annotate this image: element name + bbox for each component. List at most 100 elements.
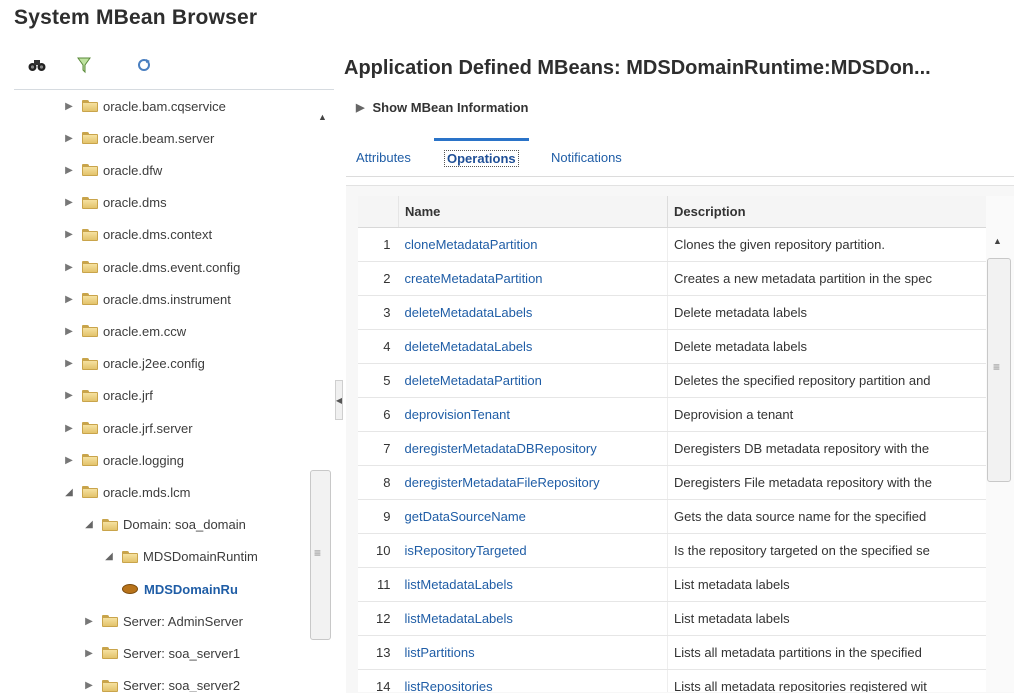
expand-arrow-icon[interactable]: ▶ [82,614,96,628]
operation-name-link[interactable]: deleteMetadataPartition [398,363,668,398]
operation-description: Delete metadata labels [667,329,986,364]
expand-arrow-icon[interactable]: ▶ [62,163,76,177]
collapse-arrow-icon[interactable]: ◢ [102,550,116,564]
operation-name-link[interactable]: deleteMetadataLabels [398,295,668,330]
collapse-arrow-icon[interactable]: ◢ [62,485,76,499]
table-row[interactable]: 14 listRepositories Lists all metadata rep… [358,669,986,692]
operation-name-link[interactable]: getDataSourceName [398,499,668,534]
row-number: 7 [358,431,399,466]
operation-description: Delete metadata labels [667,295,986,330]
operation-description: Deletes the specified repository partiti… [667,363,986,398]
table-row[interactable]: 12 listMetadataLabels List metadata labels [358,601,986,636]
collapse-arrow-icon[interactable]: ◢ [82,518,96,532]
tree-item[interactable]: ▶ oracle.dms.context [62,220,212,250]
tree-item-label: oracle.dfw [103,162,163,178]
operation-name-link[interactable]: deregisterMetadataFileRepository [398,465,668,500]
tree-item-label: Server: soa_server1 [123,645,241,661]
tree-item-label: oracle.em.ccw [103,323,187,339]
expand-arrow-icon[interactable]: ▶ [62,260,76,274]
operation-name-link[interactable]: listMetadataLabels [398,567,668,602]
operation-description: Gets the data source name for the specif… [667,499,986,534]
mbean-icon [122,584,138,594]
tree-item[interactable]: ▶ oracle.jrf [62,381,153,411]
table-row[interactable]: 4 deleteMetadataLabels Delete metadata lab… [358,329,986,364]
tab-notifications[interactable]: Notifications [551,138,622,176]
table-row[interactable]: 6 deprovisionTenant Deprovision a tenant [358,397,986,432]
expand-arrow-icon[interactable]: ▶ [82,679,96,692]
tree-item[interactable]: ▶ oracle.em.ccw [62,316,186,346]
expand-arrow-icon[interactable]: ▶ [62,421,76,435]
table-row[interactable]: 2 createMetadataPartition Creates a new me… [358,261,986,296]
expand-arrow-icon[interactable]: ▶ [62,453,76,467]
tree-item[interactable]: ◢ MDSDomainRuntim [102,542,258,572]
operation-description: Creates a new metadata partition in the … [667,261,986,296]
tree-item[interactable]: MDSDomainRu [122,574,238,604]
operation-name-link[interactable]: deleteMetadataLabels [398,329,668,364]
table-row[interactable]: 11 listMetadataLabels List metadata labels [358,567,986,602]
table-row[interactable]: 8 deregisterMetadataFileRepository Deregis… [358,465,986,500]
tree-item[interactable]: ▶ oracle.bam.cqservice [62,93,226,121]
expand-arrow-icon[interactable]: ▶ [62,228,76,242]
scroll-up-arrow-icon[interactable]: ▲ [993,236,1002,246]
pane-splitter-collapse-button[interactable]: ◀ [335,380,343,420]
expand-arrow-icon: ▶ [356,102,365,114]
table-row[interactable]: 5 deleteMetadataPartition Deletes the spec… [358,363,986,398]
expand-arrow-icon[interactable]: ▶ [62,357,76,371]
table-row[interactable]: 1 cloneMetadataPartition Clones the given … [358,227,986,262]
tab-attributes[interactable]: Attributes [356,138,411,176]
tree-item-label: Server: AdminServer [123,613,243,629]
tab-operations[interactable]: Operations [434,138,529,176]
expand-arrow-icon[interactable]: ▶ [62,99,76,113]
filter-icon[interactable] [75,56,93,74]
tree-item[interactable]: ▶ oracle.dms.event.config [62,252,240,282]
expand-arrow-icon[interactable]: ▶ [82,646,96,660]
grip-icon: ≡ [993,360,1001,374]
table-row[interactable]: 3 deleteMetadataLabels Delete metadata lab… [358,295,986,330]
operation-name-link[interactable]: listMetadataLabels [398,601,668,636]
tree-item[interactable]: ▶ Server: AdminServer [82,606,243,636]
operation-name-link[interactable]: createMetadataPartition [398,261,668,296]
tree-item[interactable]: ▶ oracle.dfw [62,155,162,185]
operation-name-link[interactable]: listPartitions [398,635,668,670]
expand-arrow-icon[interactable]: ▶ [62,292,76,306]
table-row[interactable]: 7 deregisterMetadataDBRepository Deregiste… [358,431,986,466]
operation-name-link[interactable]: isRepositoryTargeted [398,533,668,568]
tree-item[interactable]: ▶ oracle.j2ee.config [62,349,205,379]
tree-item-label: oracle.dms.event.config [103,259,241,275]
tree-item[interactable]: ▶ oracle.beam.server [62,123,214,153]
tree-item[interactable]: ◢ Domain: soa_domain [82,510,246,540]
header-description[interactable]: Description [667,196,986,228]
folder-icon [82,100,98,112]
operation-name-link[interactable]: cloneMetadataPartition [398,227,668,262]
expand-arrow-icon[interactable]: ▶ [62,196,76,210]
expand-arrow-icon[interactable]: ▶ [62,131,76,145]
folder-icon [102,615,118,628]
show-mbean-info-toggle[interactable]: ▶ Show MBean Information [356,100,528,115]
mbean-tree[interactable]: ▶ oracle.bam.cqservice ▶ oracle.beam.server… [0,93,332,693]
tree-item[interactable]: ◢ oracle.mds.lcm [62,477,190,507]
scroll-up-arrow-icon[interactable]: ▲ [318,112,327,122]
operation-name-link[interactable]: deprovisionTenant [398,397,668,432]
tree-item[interactable]: ▶ oracle.dms.instrument [62,284,231,314]
header-name[interactable]: Name [398,196,668,228]
row-number: 11 [358,567,399,602]
tree-item[interactable]: ▶ Server: soa_server2 [82,671,240,692]
refresh-icon[interactable] [135,56,153,74]
tree-item-label: Domain: soa_domain [123,517,246,533]
operation-description: List metadata labels [667,567,986,602]
expand-arrow-icon[interactable]: ▶ [62,324,76,338]
row-number: 5 [358,363,399,398]
tree-item-label: oracle.logging [103,452,184,468]
tree-item[interactable]: ▶ Server: soa_server1 [82,638,240,668]
operation-name-link[interactable]: deregisterMetadataDBRepository [398,431,668,466]
tree-item[interactable]: ▶ oracle.dms [62,188,166,218]
operation-name-link[interactable]: listRepositories [398,669,668,692]
tree-item[interactable]: ▶ oracle.jrf.server [62,413,192,443]
tree-item[interactable]: ▶ oracle.logging [62,445,184,475]
table-row[interactable]: 9 getDataSourceName Gets the data source n… [358,499,986,534]
table-row[interactable]: 10 isRepositoryTargeted Is the repository … [358,533,986,568]
expand-arrow-icon[interactable]: ▶ [62,389,76,403]
main-title: Application Defined MBeans: MDSDomainRun… [344,57,931,79]
table-row[interactable]: 13 listPartitions Lists all metadata parti… [358,635,986,670]
binoculars-icon[interactable] [28,56,46,74]
